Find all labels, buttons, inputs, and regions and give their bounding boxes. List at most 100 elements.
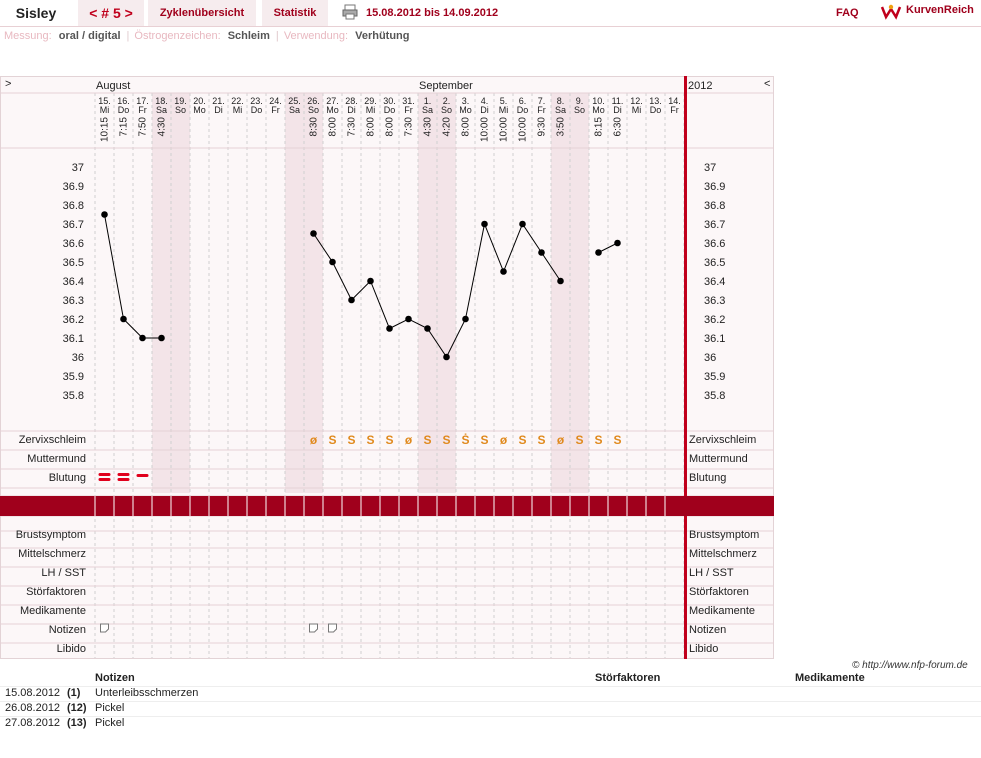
temperature-point <box>139 334 146 342</box>
note-icon <box>309 623 318 633</box>
note-text: Pickel <box>95 702 125 714</box>
mucus-symbol: ø <box>500 433 508 447</box>
tab-zyklenuebersicht[interactable]: Zyklenübersicht <box>148 0 256 26</box>
mucus-symbol: S <box>613 433 621 447</box>
y-tick-right: 35.9 <box>704 371 725 383</box>
copyright: © http://www.nfp-forum.de <box>852 660 968 671</box>
messung-value: oral / digital <box>58 30 121 42</box>
day-weekday: Sa <box>422 105 433 115</box>
y-tick-right: 36.3 <box>704 295 725 307</box>
day-weekday: Mi <box>366 105 376 115</box>
temperature-point <box>481 220 488 228</box>
tab-statistik[interactable]: Statistik <box>262 0 328 26</box>
measure-time: 4:30 <box>157 117 168 137</box>
y-tick-right: 36.6 <box>704 238 725 250</box>
day-weekday: Do <box>118 105 130 115</box>
measure-time: 7:30 <box>404 117 415 137</box>
oestrogen-value: Schleim <box>227 30 270 42</box>
temperature-point <box>386 325 393 332</box>
y-tick-left: 35.8 <box>63 390 84 402</box>
measure-time: 6:30 <box>613 117 624 137</box>
mucus-symbol: S <box>366 433 374 447</box>
y-tick-right: 36 <box>704 352 716 364</box>
mucus-symbol: S <box>480 433 488 447</box>
note-row: 26.08.2012 (12) Pickel <box>0 701 981 717</box>
row-label-left: Mittelschmerz <box>18 548 86 560</box>
temperature-point <box>310 230 317 237</box>
temperature-point <box>158 334 165 342</box>
notes-header-notizen: Notizen <box>95 672 135 684</box>
note-date: 27.08.2012 <box>5 717 61 729</box>
y-tick-left: 36.1 <box>63 333 84 345</box>
y-tick-left: 36.2 <box>63 314 84 326</box>
temperature-point <box>500 268 507 275</box>
measure-time: 8:15 <box>594 117 605 137</box>
row-label-left: LH / SST <box>41 567 86 579</box>
temperature-point <box>462 315 469 323</box>
row-label-right: Blutung <box>689 472 726 484</box>
y-tick-right: 36.8 <box>704 200 725 212</box>
printer-icon[interactable] <box>342 4 358 20</box>
note-text: Unterleibsschmerzen <box>95 687 199 699</box>
measure-time: 8:00 <box>328 117 339 137</box>
faq-link[interactable]: FAQ <box>836 7 859 19</box>
row-label-left: Blutung <box>49 472 86 484</box>
day-weekday: Fr <box>271 105 280 115</box>
y-tick-left: 36.9 <box>63 181 84 193</box>
y-tick-right: 36.9 <box>704 181 725 193</box>
oestrogen-label: Östrogenzeichen: <box>134 30 221 42</box>
verwendung-value: Verhütung <box>355 30 410 42</box>
weekend-column <box>152 93 171 493</box>
mucus-symbol: S <box>328 433 336 447</box>
zyklustag-band <box>0 496 774 516</box>
year-label: 2012 <box>688 80 712 92</box>
measure-time: 3:50 <box>556 117 567 137</box>
row-label-right: Medikamente <box>689 605 755 617</box>
measure-time: 4:30 <box>423 117 434 137</box>
row-label-right: LH / SST <box>689 567 734 579</box>
y-tick-right: 36.1 <box>704 333 725 345</box>
day-weekday: So <box>441 105 452 115</box>
measure-time: 10:00 <box>518 117 529 142</box>
logo-text: KurvenReich <box>906 4 974 16</box>
measure-time: 9:30 <box>537 117 548 137</box>
temperature-point <box>120 315 127 323</box>
row-label-left: Muttermund <box>27 453 86 465</box>
note-day: (1) <box>67 687 81 699</box>
temperature-point <box>424 325 431 332</box>
measure-time: 10:00 <box>499 117 510 142</box>
info-bar: Messung: oral / digital | Östrogenzeichen… <box>4 30 410 42</box>
temperature-point <box>101 211 108 218</box>
row-label-right: Mittelschmerz <box>689 548 757 560</box>
bleeding-mark <box>98 473 111 476</box>
y-tick-left: 36.3 <box>63 295 84 307</box>
note-text: Pickel <box>95 717 125 729</box>
user-name: Sisley <box>0 0 72 26</box>
day-weekday: Do <box>251 105 263 115</box>
note-row: 27.08.2012 (13) Pickel <box>0 716 981 732</box>
row-label-right: Brustsymptom <box>689 529 759 541</box>
row-label-left: Notizen <box>49 624 86 636</box>
day-weekday: So <box>175 105 186 115</box>
day-weekday: So <box>308 105 319 115</box>
measure-time: 10:15 <box>100 117 111 142</box>
y-tick-right: 36.2 <box>704 314 725 326</box>
measure-time: 7:50 <box>138 117 149 137</box>
day-weekday: Do <box>517 105 529 115</box>
day-weekday: Mi <box>632 105 642 115</box>
nav-right-arrow: < <box>764 78 770 90</box>
y-tick-right: 36.7 <box>704 219 725 231</box>
temperature-point <box>348 296 355 304</box>
measure-time: 4:20 <box>442 117 453 137</box>
cycle-navigation[interactable]: < # 5 > <box>78 0 144 26</box>
weekend-column <box>171 93 190 493</box>
mucus-symbol: S <box>575 433 583 447</box>
note-icon <box>100 623 109 633</box>
day-weekday: Mi <box>499 105 509 115</box>
row-label-right: Notizen <box>689 624 726 636</box>
temperature-point <box>367 277 374 285</box>
y-tick-left: 36 <box>72 352 84 364</box>
note-date: 15.08.2012 <box>5 687 61 699</box>
note-day: (12) <box>67 702 87 714</box>
date-range: 15.08.2012 bis 14.09.2012 <box>366 7 499 19</box>
